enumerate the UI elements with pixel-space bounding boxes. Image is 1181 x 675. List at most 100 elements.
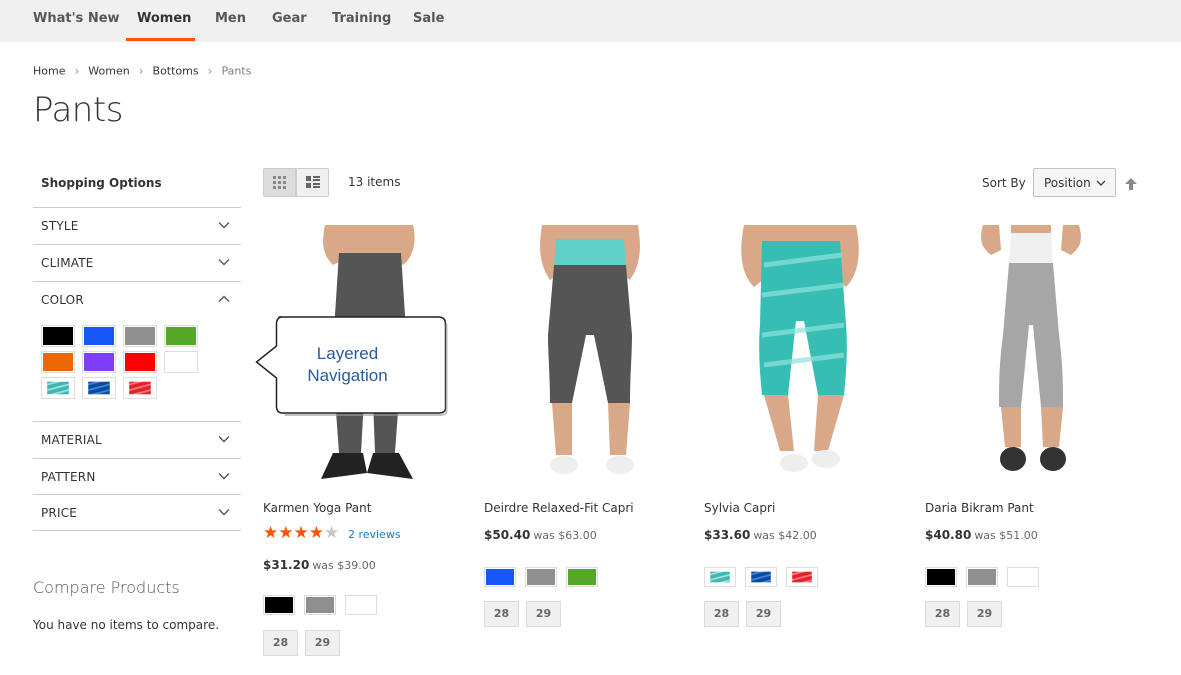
filter-price[interactable]: PRICE [33, 494, 241, 531]
breadcrumb-bottoms[interactable]: Bottoms [153, 65, 199, 78]
nav-sale[interactable]: Sale [413, 11, 444, 26]
product-name[interactable]: Daria Bikram Pant [925, 501, 1034, 515]
product-price: $40.80 was $51.00 [925, 528, 1038, 542]
product-color-swatch-white[interactable] [345, 595, 377, 615]
product-name[interactable]: Deirdre Relaxed-Fit Capri [484, 501, 634, 515]
nav-women[interactable]: Women [137, 11, 191, 26]
product-color-swatch-blue-pattern[interactable] [745, 567, 777, 587]
product-color-swatch-gray[interactable] [525, 567, 557, 587]
callout-line-2: Navigation [307, 366, 388, 385]
grid-view-button[interactable] [263, 168, 296, 197]
color-swatch-black[interactable] [41, 325, 75, 347]
product-size-29[interactable]: 29 [967, 601, 1002, 627]
sort-by-select[interactable]: Position [1033, 168, 1116, 197]
product-color-swatch-black[interactable] [263, 595, 295, 615]
color-swatch-gray[interactable] [123, 325, 157, 347]
chevron-up-icon [218, 295, 230, 302]
color-swatch-red[interactable] [123, 351, 157, 373]
chevron-right-icon: › [74, 64, 80, 78]
product-size-28[interactable]: 28 [484, 601, 519, 627]
list-view-button[interactable] [296, 168, 329, 197]
compare-empty-message: You have no items to compare. [33, 618, 220, 632]
color-swatch-green[interactable] [164, 325, 198, 347]
product-price: $31.20 was $39.00 [263, 558, 376, 572]
old-price: was $42.00 [753, 529, 817, 542]
star-empty-icon: ★ [324, 523, 340, 543]
filter-style[interactable]: STYLE [33, 207, 241, 244]
color-swatch-purple[interactable] [82, 351, 116, 373]
chevron-down-icon [1096, 180, 1106, 186]
product-image-sylvia-capri[interactable] [704, 225, 916, 490]
grid-icon [273, 176, 286, 189]
product-color-swatch-white[interactable] [1007, 567, 1039, 587]
product-size-28[interactable]: 28 [263, 630, 298, 656]
nav-training[interactable]: Training [332, 11, 391, 26]
product-color-swatch-gray[interactable] [304, 595, 336, 615]
top-navigation: What's New Women Men Gear Training Sale [0, 0, 1181, 42]
chevron-down-icon [218, 509, 230, 516]
old-price: was $63.00 [533, 529, 597, 542]
product-size-28[interactable]: 28 [704, 601, 739, 627]
product-price: $33.60 was $42.00 [704, 528, 817, 542]
product-color-swatch-black[interactable] [925, 567, 957, 587]
product-image-daria-bikram-pant[interactable] [925, 225, 1137, 490]
compare-products-title: Compare Products [33, 578, 180, 597]
filter-label: CLIMATE [41, 256, 94, 270]
item-count: 13 items [348, 175, 401, 189]
star-icon: ★ [308, 523, 324, 543]
product-image-deirdre-relaxed-fit-capri[interactable] [484, 225, 696, 490]
star-icon: ★ [278, 523, 294, 543]
product-color-swatch-green[interactable] [566, 567, 598, 587]
product-size-29[interactable]: 29 [305, 630, 340, 656]
filter-label: COLOR [41, 293, 84, 307]
filter-divider [33, 530, 241, 531]
sort-direction-arrow-up-icon[interactable] [1124, 177, 1138, 191]
chevron-right-icon: › [138, 64, 144, 78]
product-price: $50.40 was $63.00 [484, 528, 597, 542]
breadcrumb: Home › Women › Bottoms › Pants [33, 64, 251, 78]
chevron-down-icon [218, 222, 230, 229]
breadcrumb-women[interactable]: Women [88, 65, 129, 78]
breadcrumb-current: Pants [221, 64, 252, 78]
product-color-swatch-gray[interactable] [966, 567, 998, 587]
color-swatch-white[interactable] [164, 351, 198, 373]
color-swatch-red-pattern[interactable] [123, 377, 157, 399]
final-price: $50.40 [484, 528, 531, 542]
nav-men[interactable]: Men [215, 11, 246, 26]
chevron-right-icon: › [207, 64, 213, 78]
old-price: was $39.00 [312, 559, 376, 572]
final-price: $31.20 [263, 558, 310, 572]
final-price: $40.80 [925, 528, 972, 542]
callout-line-1: Layered [316, 344, 379, 363]
product-color-swatch-red-pattern[interactable] [786, 567, 818, 587]
star-icon: ★ [263, 523, 279, 543]
filter-label: PATTERN [41, 470, 96, 484]
filter-label: STYLE [41, 219, 79, 233]
filter-label: MATERIAL [41, 433, 102, 447]
breadcrumb-home[interactable]: Home [33, 65, 65, 78]
product-color-swatch-blue[interactable] [484, 567, 516, 587]
chevron-down-icon [218, 473, 230, 480]
callout-text: Layered Navigation [262, 343, 433, 387]
product-name[interactable]: Sylvia Capri [704, 501, 775, 515]
filter-material[interactable]: MATERIAL [33, 421, 241, 458]
product-size-29[interactable]: 29 [526, 601, 561, 627]
color-swatch-blue[interactable] [82, 325, 116, 347]
product-size-28[interactable]: 28 [925, 601, 960, 627]
sort-by-value: Position [1044, 176, 1091, 190]
color-swatch-blue-pattern[interactable] [82, 377, 116, 399]
filter-climate[interactable]: CLIMATE [33, 244, 241, 281]
filter-color[interactable]: COLOR [33, 281, 241, 318]
nav-gear[interactable]: Gear [272, 11, 307, 26]
color-swatch-orange[interactable] [41, 351, 75, 373]
chevron-down-icon [218, 259, 230, 266]
filter-pattern[interactable]: PATTERN [33, 458, 241, 495]
nav-whats-new[interactable]: What's New [33, 11, 120, 26]
product-size-29[interactable]: 29 [746, 601, 781, 627]
nav-active-indicator [126, 38, 195, 41]
reviews-link[interactable]: 2 reviews [348, 528, 401, 541]
color-swatch-teal-pattern[interactable] [41, 377, 75, 399]
filter-label: PRICE [41, 506, 78, 520]
product-color-swatch-teal-pattern[interactable] [704, 567, 736, 587]
product-name[interactable]: Karmen Yoga Pant [263, 501, 371, 515]
